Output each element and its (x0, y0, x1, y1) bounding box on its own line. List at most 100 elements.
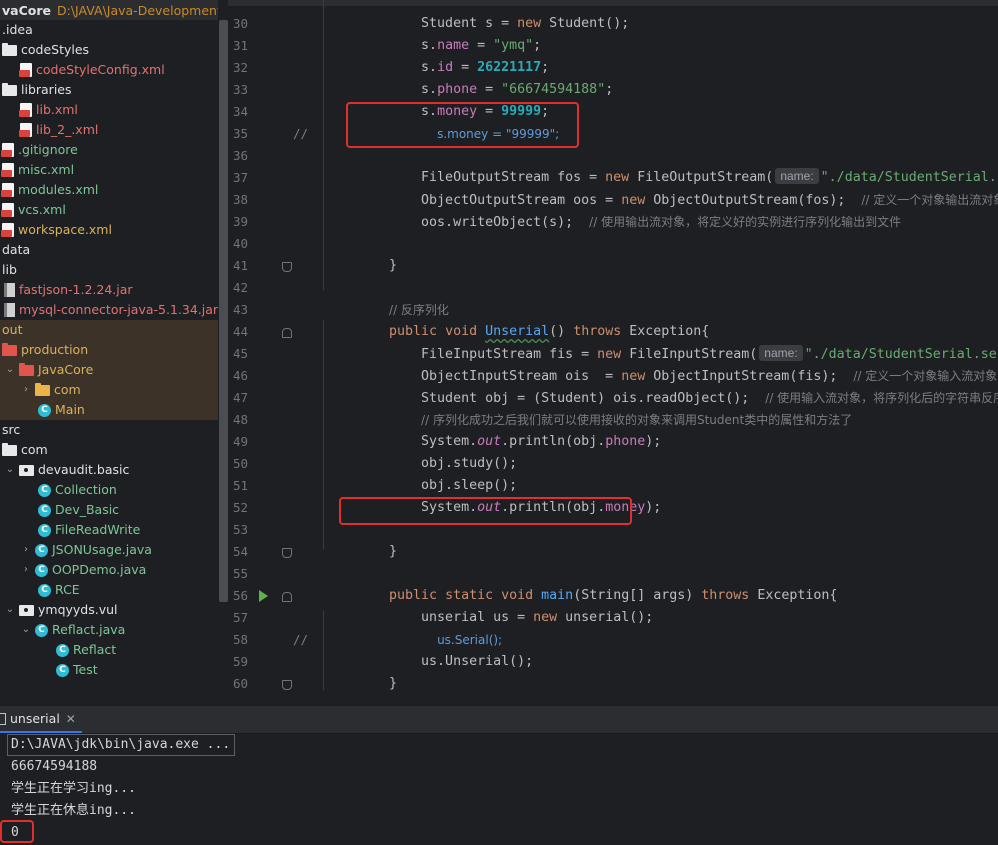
code-line[interactable]: Student s = new Student(); (357, 13, 629, 35)
tree-item[interactable]: › JSONUsage.java (0, 540, 218, 560)
code-line[interactable]: unserial us = new unserial(); (357, 607, 653, 629)
chevron-right-icon[interactable]: › (20, 380, 32, 400)
code-line[interactable]: obj.study(); (357, 453, 517, 475)
code-line[interactable]: us.Serial(); (357, 629, 502, 651)
fold-icon[interactable] (282, 548, 292, 558)
project-header[interactable]: vaCore D:\JAVA\Java-Development_ar (0, 0, 218, 20)
tree-item[interactable]: codeStyles (0, 40, 218, 60)
chevron-down-icon[interactable]: ⌄ (4, 360, 16, 380)
code-line[interactable]: s.phone = "66674594188"; (357, 79, 613, 101)
line-number: 48 (232, 412, 248, 427)
code-line[interactable]: obj.sleep(); (357, 475, 517, 497)
code-line[interactable]: FileOutputStream fos = new FileOutputStr… (357, 167, 998, 189)
tree-item[interactable]: production (0, 340, 218, 360)
folder-icon (2, 43, 17, 56)
run-tab-unserial[interactable]: unserial ✕ (0, 706, 82, 733)
chevron-down-icon[interactable]: ⌄ (20, 620, 32, 640)
code-line[interactable]: oos.writeObject(s); // 使用输出流对象，将定义好的实例进行… (357, 211, 901, 233)
console-line: 66674594188 (11, 759, 98, 774)
tree-item[interactable]: .idea (0, 20, 218, 40)
tree-item[interactable]: .gitignore (0, 140, 218, 160)
folder-icon (2, 83, 17, 96)
tree-item[interactable]: com (0, 440, 218, 460)
tree-item[interactable]: ⌄ Reflact.java (0, 620, 218, 640)
tree-item[interactable]: ⌄ ymqyyds.vul (0, 600, 218, 620)
fold-icon[interactable] (282, 328, 292, 338)
code-line[interactable]: ObjectInputStream ois = new ObjectInputS… (357, 365, 998, 387)
line-number: 43 (232, 302, 248, 317)
project-panel: vaCore D:\JAVA\Java-Development_ar .idea… (0, 0, 218, 706)
fold-icon[interactable] (282, 680, 292, 690)
code-line[interactable]: s.id = 26221117; (357, 57, 549, 79)
code-line[interactable]: FileInputStream fis = new FileInputStrea… (357, 343, 998, 365)
tree-item[interactable]: Test (0, 660, 218, 680)
java-class-icon (35, 563, 48, 577)
tree-item[interactable]: › com (0, 380, 218, 400)
tree-item[interactable]: Reflact (0, 640, 218, 660)
code-line[interactable]: us.Unserial(); (357, 651, 533, 673)
tree-item[interactable]: ⌄ JavaCore (0, 360, 218, 380)
tree-item-label: RCE (55, 582, 80, 597)
indent-guide (323, 610, 324, 690)
tree-item[interactable]: mysql-connector-java-5.1.34.jar (0, 300, 218, 320)
editor-tab-bar[interactable] (228, 0, 998, 6)
line-number: 30 (232, 16, 248, 31)
close-icon[interactable]: ✕ (66, 712, 76, 726)
code-line[interactable]: // 序列化成功之后我们就可以使用接收的对象来调用Student类中的属性和方法… (357, 409, 852, 431)
tree-item[interactable]: libraries (0, 80, 218, 100)
chevron-right-icon[interactable]: › (20, 540, 32, 560)
line-number: 58 (232, 632, 248, 647)
line-number: 46 (232, 368, 248, 383)
chevron-down-icon[interactable]: ⌄ (4, 460, 16, 480)
code-line[interactable]: ObjectOutputStream oos = new ObjectOutpu… (357, 189, 998, 211)
tree-item[interactable]: codeStyleConfig.xml (0, 60, 218, 80)
code-line[interactable]: public void Unserial() throws Exception{ (357, 321, 709, 343)
chevron-down-icon[interactable]: ⌄ (4, 600, 16, 620)
line-number: 54 (232, 544, 248, 559)
chevron-right-icon[interactable]: › (20, 560, 32, 580)
code-line[interactable]: System.out.println(obj.phone); (357, 431, 661, 453)
fold-icon[interactable] (282, 262, 292, 272)
tree-item[interactable]: modules.xml (0, 180, 218, 200)
tree-item[interactable]: FileReadWrite (0, 520, 218, 540)
tree-item[interactable]: ⌄ devaudit.basic (0, 460, 218, 480)
line-number: 56 (232, 588, 248, 603)
code-line[interactable]: } (357, 541, 397, 563)
tree-item[interactable]: out (0, 320, 218, 340)
tree-item[interactable]: src (0, 420, 218, 440)
tree-item[interactable]: Dev_Basic (0, 500, 218, 520)
xml-file-icon (1, 183, 14, 197)
code-editor[interactable]: 30 31 32 33 34 35 36 37 38 39 40 41 42 43 44 45 46 47 48 49… (228, 0, 998, 706)
code-line[interactable]: public static void main(String[] args) t… (357, 585, 837, 607)
tree-item[interactable]: lib.xml (0, 100, 218, 120)
tree-item[interactable]: vcs.xml (0, 200, 218, 220)
indent-guide (323, 0, 324, 290)
tree-item[interactable]: data (0, 240, 218, 260)
tree-item[interactable]: › OOPDemo.java (0, 560, 218, 580)
code-line[interactable]: s.name = "ymq"; (357, 35, 541, 57)
editor-tab-active[interactable] (412, 0, 512, 6)
tree-item[interactable]: misc.xml (0, 160, 218, 180)
tree-item[interactable]: lib (0, 260, 218, 280)
code-line[interactable]: } (357, 673, 397, 695)
run-gutter-icon[interactable] (259, 590, 268, 602)
tree-item[interactable]: Collection (0, 480, 218, 500)
editor-tab[interactable] (320, 0, 410, 6)
tree-item[interactable]: RCE (0, 580, 218, 600)
jar-icon (4, 283, 15, 297)
tree-item[interactable]: Main (0, 400, 218, 420)
tree-item[interactable]: workspace.xml (0, 220, 218, 240)
line-number: 35 (232, 126, 248, 141)
line-number: 53 (232, 522, 248, 537)
folder-icon (19, 363, 34, 376)
tree-item[interactable]: lib_2_.xml (0, 120, 218, 140)
code-line[interactable]: } (357, 255, 397, 277)
fold-icon[interactable] (282, 592, 292, 602)
project-scrollbar-thumb[interactable] (219, 20, 228, 602)
tree-item-label: JavaCore (38, 362, 94, 377)
code-line[interactable]: Student obj = (Student) ois.readObject()… (357, 387, 998, 409)
tree-item[interactable]: fastjson-1.2.24.jar (0, 280, 218, 300)
xml-file-icon (1, 143, 14, 157)
code-line[interactable]: // 反序列化 (357, 299, 449, 321)
tree-item-label: Reflact (73, 642, 117, 657)
